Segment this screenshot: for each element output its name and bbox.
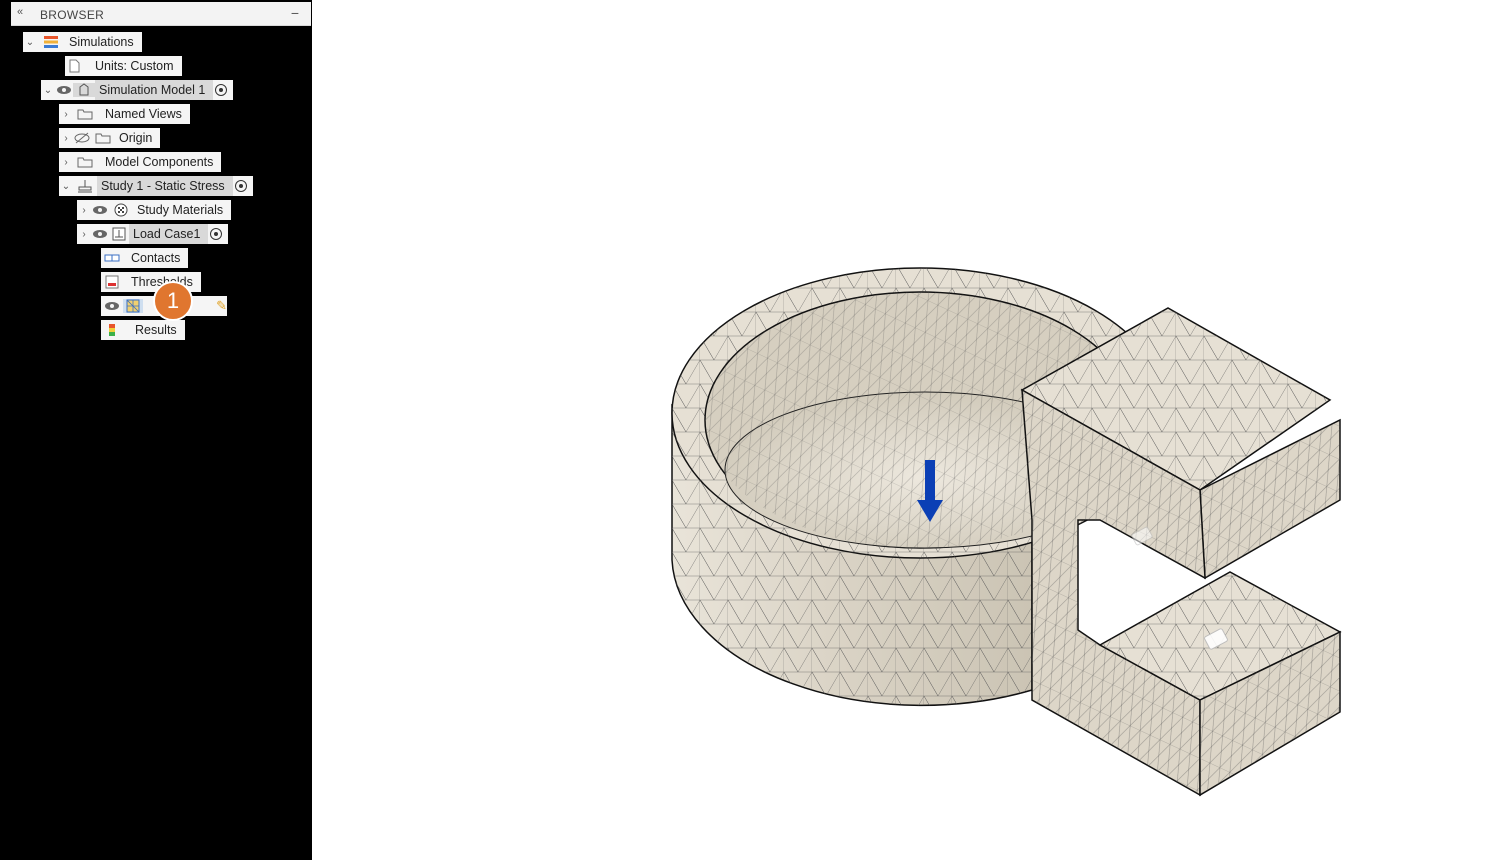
mesh-icon xyxy=(123,299,143,313)
chevron-right-icon[interactable]: › xyxy=(77,205,91,216)
tree-node-study-materials[interactable]: › Study Materials xyxy=(77,200,232,220)
tree-label: Study 1 - Static Stress xyxy=(97,176,233,196)
tree-label: Study Materials xyxy=(137,203,224,217)
model-icon xyxy=(73,83,95,97)
folder-icon xyxy=(73,107,97,121)
edit-pencil-icon[interactable]: ✎ xyxy=(216,298,227,314)
activate-radio-icon[interactable] xyxy=(210,228,223,240)
static-stress-icon xyxy=(73,179,97,193)
chevron-right-icon[interactable]: › xyxy=(59,157,73,168)
chevron-right-icon[interactable]: › xyxy=(59,109,73,120)
browser-panel: « BROWSER − ⌄ Simulations Units: Custom … xyxy=(11,0,312,860)
browser-header: « BROWSER − xyxy=(11,2,311,26)
minimize-icon[interactable]: − xyxy=(291,5,299,21)
simulations-icon xyxy=(37,35,65,49)
activate-radio-icon[interactable] xyxy=(215,84,228,96)
folder-icon xyxy=(91,131,115,145)
activate-radio-icon[interactable] xyxy=(234,180,247,192)
tree-label: Units: Custom xyxy=(95,59,174,73)
eye-icon[interactable] xyxy=(91,229,109,239)
tree-label: Model Components xyxy=(105,155,214,169)
eye-icon[interactable] xyxy=(91,205,109,215)
tree-node-named-views[interactable]: › Named Views xyxy=(59,104,190,124)
load-case-icon xyxy=(109,227,129,241)
eye-icon[interactable] xyxy=(55,85,73,95)
eye-icon[interactable] xyxy=(101,301,123,311)
left-edge-strip xyxy=(0,0,11,860)
tree-label: Simulation Model 1 xyxy=(95,80,214,100)
tree-node-load-case[interactable]: › Load Case1 xyxy=(77,224,229,244)
chevron-down-icon[interactable]: ⌄ xyxy=(23,37,37,48)
tree-label: Simulations xyxy=(69,35,134,49)
tree-node-contacts[interactable]: Contacts xyxy=(101,248,189,268)
materials-icon xyxy=(109,203,133,217)
collapse-panel-icon[interactable]: « xyxy=(17,6,23,18)
tree-node-model-components[interactable]: › Model Components xyxy=(59,152,222,172)
step-callout-badge: 1 xyxy=(153,281,193,321)
tree-node-units[interactable]: Units: Custom xyxy=(65,56,182,76)
eye-slash-icon[interactable] xyxy=(73,132,91,144)
chevron-down-icon[interactable]: ⌄ xyxy=(41,85,55,96)
document-icon xyxy=(65,59,83,73)
tree-label: Origin xyxy=(119,131,153,145)
model-viewport[interactable] xyxy=(600,250,1360,810)
tree-node-simulation-model[interactable]: ⌄ Simulation Model 1 xyxy=(41,80,234,100)
contacts-icon xyxy=(101,251,123,265)
chevron-right-icon[interactable]: › xyxy=(59,133,73,144)
results-icon xyxy=(101,323,123,337)
tree-node-results[interactable]: Results xyxy=(101,320,185,340)
tree-node-simulations[interactable]: ⌄ Simulations xyxy=(23,32,142,52)
tree-label: Results xyxy=(135,323,177,337)
browser-title: BROWSER xyxy=(40,8,105,22)
tree-label: Named Views xyxy=(105,107,182,121)
thresholds-icon xyxy=(101,275,123,289)
chevron-right-icon[interactable]: › xyxy=(77,229,91,240)
tree-node-study[interactable]: ⌄ Study 1 - Static Stress xyxy=(59,176,253,196)
chevron-down-icon[interactable]: ⌄ xyxy=(59,181,73,192)
tree-label: Contacts xyxy=(131,251,181,265)
folder-icon xyxy=(73,155,97,169)
tree-node-origin[interactable]: › Origin xyxy=(59,128,161,148)
tree-label: Load Case1 xyxy=(129,224,209,244)
